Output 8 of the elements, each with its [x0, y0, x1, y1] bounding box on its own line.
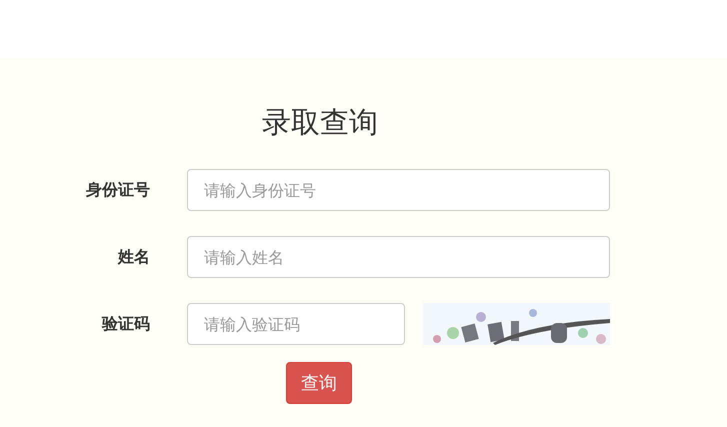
input-field[interactable]: 请输入身份证号: [187, 169, 610, 211]
input-field[interactable]: 请输入姓名: [187, 236, 610, 278]
field-label: 身份证号: [85, 180, 150, 200]
field-label: 验证码: [100, 314, 150, 334]
field-label: 姓名: [116, 246, 150, 268]
page-title: 录取查询: [262, 104, 378, 141]
submit-button[interactable]: 查询: [286, 362, 352, 404]
captcha-input[interactable]: 请输入验证码: [187, 303, 405, 345]
